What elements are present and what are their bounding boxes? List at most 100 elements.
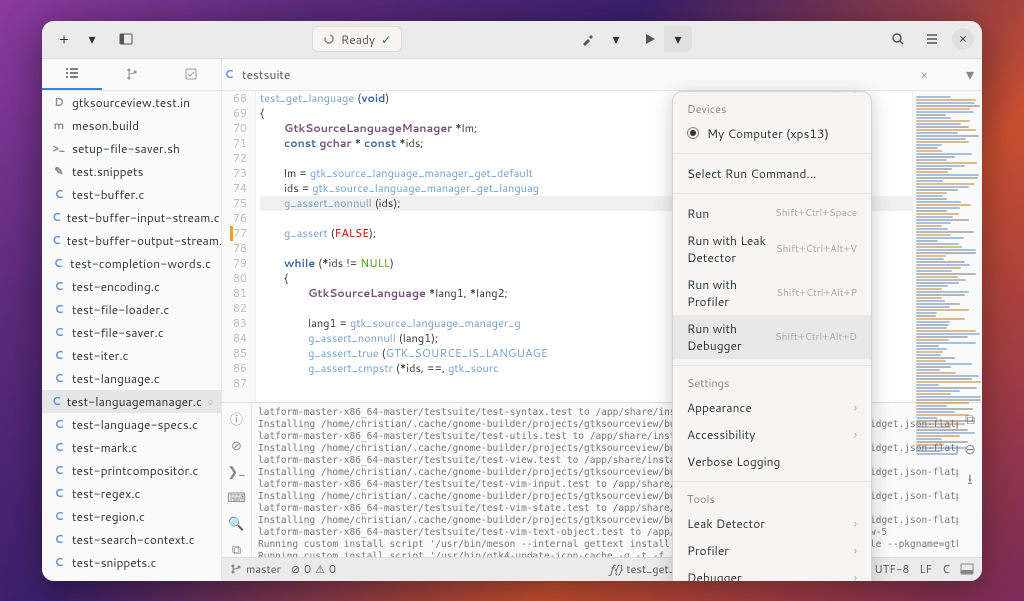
run-item[interactable]: RunShift+Ctrl+Space — [673, 200, 871, 227]
file-row[interactable]: Ctest-file-saver.c — [42, 321, 221, 344]
run-item[interactable]: Run with ProfilerShift+Ctrl+Alt+P — [673, 271, 871, 315]
diagnostics-status[interactable]: ⊘0 ⚠0 — [291, 561, 336, 577]
spinner-icon — [323, 33, 335, 45]
file-name: test-file-loader.c — [72, 301, 169, 318]
file-row[interactable]: Ctest-printcompositor.c — [42, 459, 221, 482]
editor-tab-close[interactable]: × — [920, 66, 958, 83]
download-terminal-icon[interactable]: ⭳ — [968, 469, 973, 493]
search-terminal-icon[interactable]: 🔍 — [228, 515, 244, 533]
search-button[interactable] — [884, 26, 912, 52]
line-ending[interactable]: LF — [919, 561, 932, 577]
settings-label: Appearance — [687, 399, 752, 416]
device-item[interactable]: My Computer (xps13) — [673, 120, 871, 147]
file-icon: C — [52, 531, 66, 547]
file-name: test-encoding.c — [72, 278, 160, 295]
language-mode[interactable]: C — [942, 561, 950, 577]
file-icon: C — [52, 347, 66, 363]
file-row[interactable]: ✎test.snippets — [42, 160, 221, 183]
file-name: test-buffer-output-stream.c — [67, 232, 221, 249]
file-row[interactable]: Ctest-completion-words.c — [42, 252, 221, 275]
settings-item[interactable]: Verbose Logging — [673, 448, 871, 475]
file-row[interactable]: >_setup-file-saver.sh — [42, 137, 221, 160]
check-icon: ✓ — [381, 31, 391, 48]
info-icon[interactable]: ⓘ — [230, 409, 243, 429]
build-button[interactable] — [574, 26, 602, 52]
new-dropdown[interactable]: ▾ — [78, 26, 106, 52]
radio-icon — [687, 127, 699, 139]
file-icon: C — [52, 577, 66, 581]
file-row[interactable]: Ctest-file-loader.c — [42, 298, 221, 321]
file-icon: ✎ — [52, 163, 66, 179]
side-tab-vcs[interactable] — [102, 59, 162, 90]
file-icon: C — [52, 508, 66, 524]
file-icon: C — [52, 462, 66, 478]
file-row[interactable]: Dgtksourceview.test.in — [42, 91, 221, 114]
minimap[interactable] — [912, 91, 982, 402]
file-icon: >_ — [52, 140, 66, 156]
file-row[interactable]: Ctest-languagemanager.c○ — [42, 390, 221, 413]
file-row[interactable]: Ctest-region.c — [42, 505, 221, 528]
chevron-right-icon: › — [854, 399, 857, 416]
modified-dot: ○ — [208, 395, 213, 408]
file-row[interactable]: Ctest-snippets.c — [42, 551, 221, 574]
file-icon: C — [52, 324, 66, 340]
file-row[interactable]: Ctest-language-specs.c — [42, 413, 221, 436]
file-tree[interactable]: Dgtksourceview.test.inmmeson.build>_setu… — [42, 91, 221, 581]
side-tab-tests[interactable] — [161, 59, 221, 90]
file-row[interactable]: Ctest-search-context.c — [42, 528, 221, 551]
file-row[interactable]: Ctest-mark.c — [42, 436, 221, 459]
run-label: Run with Profiler — [687, 276, 768, 310]
menu-button[interactable] — [918, 26, 946, 52]
select-run-label: Select Run Command… — [687, 165, 817, 182]
chevron-right-icon: › — [854, 515, 857, 532]
side-tab-project[interactable] — [42, 59, 102, 90]
file-row[interactable]: Ctest-buffer-input-stream.c — [42, 206, 221, 229]
list-icon — [65, 67, 79, 80]
main-area: C testsuite × ▾ 686970717273747576777879… — [222, 59, 982, 581]
settings-item[interactable]: Appearance › — [673, 394, 871, 421]
tools-item[interactable]: Debugger› — [673, 564, 871, 581]
tools-item[interactable]: Profiler› — [673, 537, 871, 564]
build-dropdown[interactable]: ▾ — [602, 26, 630, 52]
tools-item[interactable]: Leak Detector › — [673, 510, 871, 537]
run-item[interactable]: Run with DebuggerShift+Ctrl+Alt+D — [673, 315, 871, 359]
file-row[interactable]: Ctest-iter.c — [42, 344, 221, 367]
branch-icon — [230, 563, 242, 575]
file-name: test-space-drawer.c — [72, 577, 187, 581]
debug-console-icon[interactable]: ⌨ — [227, 489, 246, 507]
file-row[interactable]: mmeson.build — [42, 114, 221, 137]
editor-tab[interactable]: C testsuite × — [222, 66, 958, 83]
error-count-icon: ⊘ — [291, 561, 300, 577]
chevron-right-icon: › — [854, 569, 857, 581]
c-file-icon: C — [222, 66, 236, 82]
error-icon[interactable]: ⊘ — [231, 437, 242, 455]
tab-menu-button[interactable]: ▾ — [958, 63, 982, 86]
build-status-pill[interactable]: Ready ✓ — [312, 26, 402, 52]
run-dropdown[interactable]: ▾ — [664, 26, 692, 52]
terminal-icon[interactable]: ❯_ — [227, 463, 245, 481]
file-row[interactable]: Ctest-regex.c — [42, 482, 221, 505]
tools-label: Leak Detector — [687, 515, 765, 532]
vcs-status[interactable]: master — [230, 561, 281, 577]
file-row[interactable]: Ctest-language.c — [42, 367, 221, 390]
file-row[interactable]: Ctest-buffer.c — [42, 183, 221, 206]
file-row[interactable]: Ctest-buffer-output-stream.c — [42, 229, 221, 252]
settings-item[interactable]: Accessibility› — [673, 421, 871, 448]
run-button[interactable] — [636, 26, 664, 52]
new-button[interactable]: + — [50, 26, 78, 52]
run-item[interactable]: Run with Leak DetectorShift+Ctrl+Alt+V — [673, 227, 871, 271]
settings-label: Verbose Logging — [687, 453, 780, 470]
window-close-button[interactable]: × — [952, 28, 974, 50]
devices-header: Devices — [673, 98, 871, 120]
toggle-sidebar-button[interactable] — [112, 26, 140, 52]
select-run-command[interactable]: Select Run Command… — [673, 160, 871, 187]
app-window: + ▾ Ready ✓ ▾ ▾ — [42, 21, 982, 581]
file-name: test-language-specs.c — [72, 416, 198, 433]
panel-icon — [960, 562, 974, 576]
file-row[interactable]: Ctest-encoding.c — [42, 275, 221, 298]
toggle-bottom-panel[interactable] — [960, 562, 974, 576]
encoding[interactable]: UTF-8 — [874, 561, 909, 577]
file-row[interactable]: Ctest-space-drawer.c — [42, 574, 221, 581]
duplicate-terminal-icon[interactable]: ⧉ — [965, 409, 975, 429]
file-name: test-mark.c — [72, 439, 137, 456]
